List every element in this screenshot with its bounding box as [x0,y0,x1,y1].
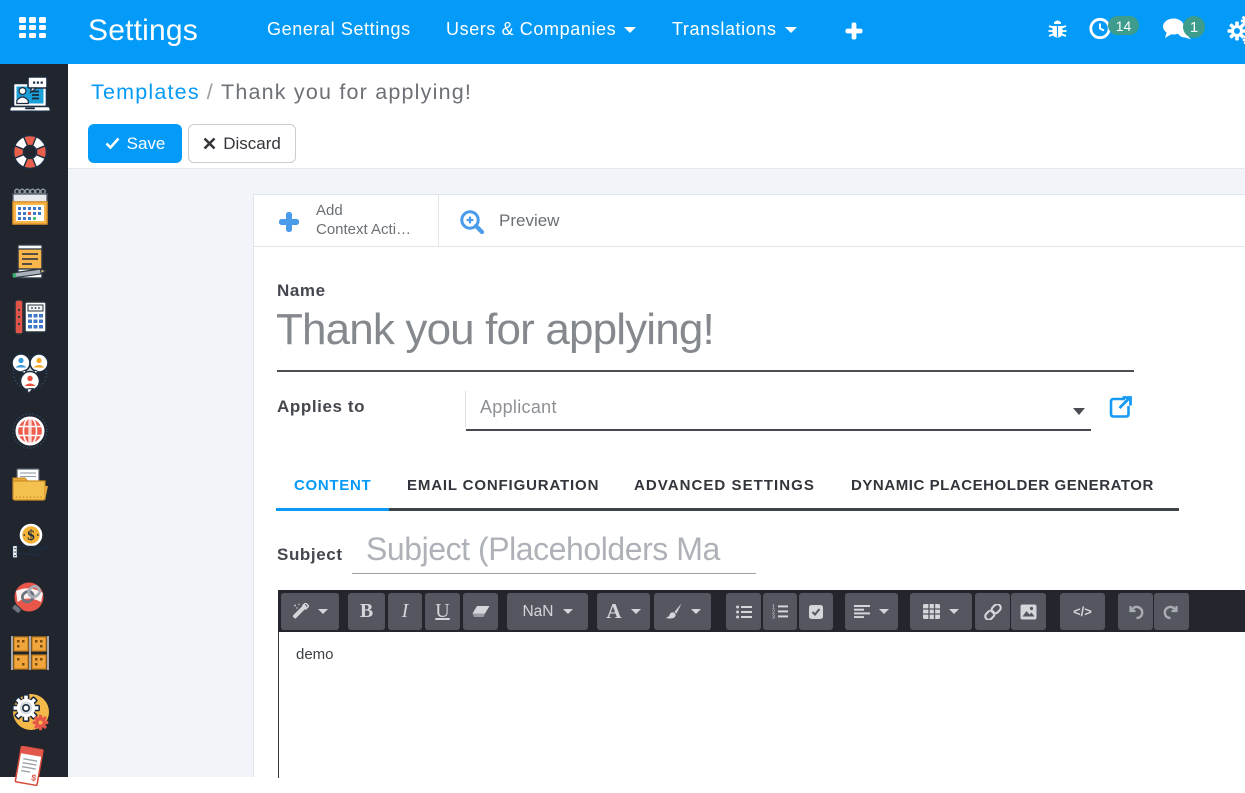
svg-text:3: 3 [772,615,775,619]
svg-text:$: $ [27,528,35,544]
